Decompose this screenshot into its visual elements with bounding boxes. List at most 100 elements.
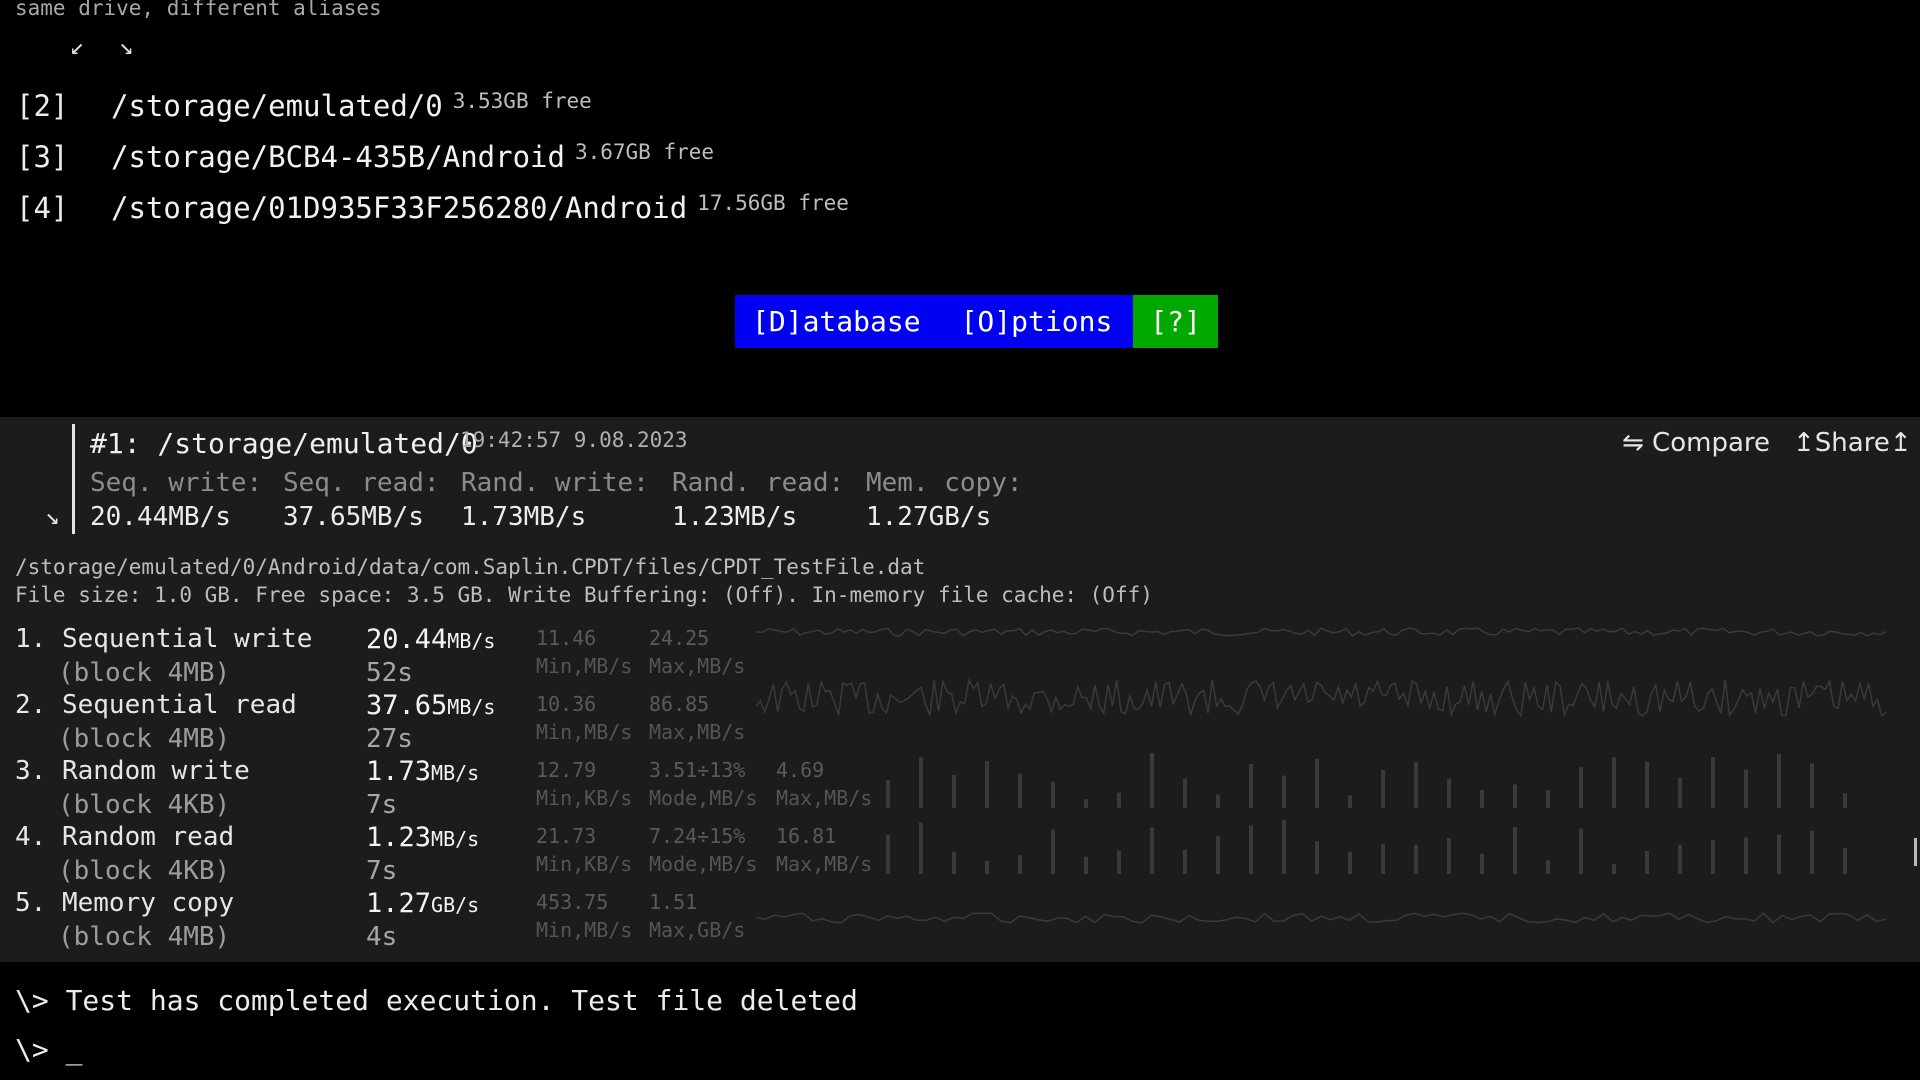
test-file-info: File size: 1.0 GB. Free space: 3.5 GB. W… [15, 583, 1153, 607]
graph-bar [1810, 763, 1814, 808]
test-value-unit: MB/s [447, 629, 496, 653]
graph-bar [1051, 781, 1055, 808]
graph-bar [1612, 864, 1616, 874]
test-value-unit: MB/s [431, 827, 480, 851]
summary-value-mem-copy: 1.27GB/s [866, 502, 992, 532]
summary-value-rand-read: 1.23MB/s [672, 502, 798, 532]
drive-free-space: 3.53GB free [452, 89, 592, 113]
test-block-seq-write: (block 4MB) [58, 658, 231, 688]
graph-bar [1084, 799, 1088, 808]
test-duration-mem-copy: 4s [366, 922, 398, 952]
stat-label: Max,GB/s [649, 918, 746, 942]
stat-value: 4.69 [776, 758, 825, 782]
database-button[interactable]: [D]atabase [735, 295, 941, 348]
stat-label: Max,MB/s [649, 720, 746, 744]
collapse-toggle-icon[interactable]: ↘ [45, 502, 59, 530]
graph-bar [1051, 829, 1055, 874]
graph-bar [1018, 773, 1022, 808]
test-value-rand-read: 1.23MB/s [366, 822, 479, 853]
options-button[interactable]: [O]ptions [940, 295, 1134, 348]
graph-bar [1744, 837, 1748, 874]
drive-option-4[interactable]: [4] /storage/01D935F33F256280/Android 17… [16, 191, 849, 235]
test-name-seq-read: 2. Sequential read [15, 690, 297, 720]
graph-bar [1315, 758, 1319, 808]
graph-bar [1843, 848, 1847, 874]
stat-label: Max,MB/s [649, 654, 746, 678]
test-duration-rand-write: 7s [366, 790, 398, 820]
test-block-rand-read: (block 4KB) [58, 856, 231, 886]
drive-index: [4] [16, 191, 69, 225]
graph-bar [1249, 825, 1253, 874]
main-menu: [D]atabase [O]ptions [?] [735, 295, 1218, 348]
terminal-status-line: \> Test has completed execution. Test fi… [15, 984, 858, 1017]
graph-bar [919, 757, 923, 808]
test-name-rand-write: 3. Random write [15, 756, 250, 786]
graph-bar [886, 780, 890, 808]
stat-label: Min,MB/s [536, 654, 633, 678]
stat-value: 10.36 [536, 692, 597, 716]
drive-index: [2] [16, 89, 69, 123]
drive-alias-note: same drive, different aliases [15, 0, 382, 20]
drive-path: /storage/01D935F33F256280/Android [111, 191, 688, 225]
test-value-seq-write: 20.44MB/s [366, 624, 495, 655]
stat-label: Mode,MB/s [649, 786, 758, 810]
summary-value-rand-write: 1.73MB/s [461, 502, 587, 532]
graph-bar [1777, 834, 1781, 874]
test-value-mem-copy: 1.27GB/s [366, 888, 479, 919]
drive-option-2[interactable]: [2] /storage/emulated/0 3.53GB free [16, 89, 592, 133]
test-name-rand-read: 4. Random read [15, 822, 235, 852]
graph-bar [1216, 836, 1220, 874]
graph-bar [1381, 769, 1385, 808]
test-value-unit: GB/s [431, 893, 480, 917]
summary-label-mem-copy: Mem. copy: [866, 468, 1023, 498]
drive-path: /storage/emulated/0 [111, 89, 443, 123]
stat-value: 16.81 [776, 824, 837, 848]
graph-bar [1150, 752, 1154, 808]
compare-button[interactable]: ⇋ Compare [1622, 428, 1770, 458]
graph-line [755, 912, 1887, 924]
summary-label-seq-write: Seq. write: [90, 468, 263, 498]
graph-bar [1546, 860, 1550, 874]
drive-free-space: 17.56GB free [697, 191, 849, 215]
graph-bar [1249, 763, 1253, 808]
test-value-number: 1.73 [366, 756, 432, 787]
scrollbar-thumb[interactable] [1914, 838, 1917, 866]
graph-bar [1711, 840, 1715, 874]
stat-value: 86.85 [649, 692, 710, 716]
drive-option-3[interactable]: [3] /storage/BCB4-435B/Android 3.67GB fr… [16, 140, 714, 184]
stat-value: 3.51÷13% [649, 758, 746, 782]
stat-label: Mode,MB/s [649, 852, 758, 876]
graph-line [755, 627, 1887, 637]
share-button[interactable]: ↥Share↥ [1793, 428, 1912, 458]
graph-bar [985, 760, 989, 808]
graph-bar [1513, 784, 1517, 808]
drive-index: [3] [16, 140, 69, 174]
graph-bar [886, 834, 890, 874]
help-button[interactable]: [?] [1133, 295, 1218, 348]
test-block-seq-read: (block 4MB) [58, 724, 231, 754]
graph-bar [1447, 778, 1451, 808]
graph-layer [755, 627, 1887, 924]
summary-label-rand-write: Rand. write: [461, 468, 649, 498]
stat-label: Max,MB/s [776, 852, 873, 876]
graph-bar [1315, 841, 1319, 874]
graph-bar [1117, 792, 1121, 808]
test-duration-rand-read: 7s [366, 856, 398, 886]
graph-bar [1579, 767, 1583, 808]
graph-bar [1183, 778, 1187, 808]
graph-bar [1414, 762, 1418, 808]
graph-bar [1117, 850, 1121, 874]
graph-bar [1777, 754, 1781, 808]
result-timestamp: 19:42:57 9.08.2023 [460, 428, 688, 452]
test-value-number: 37.65 [366, 690, 448, 721]
graph-bar [1678, 844, 1682, 874]
graph-bar [1183, 849, 1187, 874]
graph-bar [1612, 757, 1616, 808]
test-value-number: 20.44 [366, 624, 448, 655]
terminal-prompt[interactable]: \> _ [15, 1033, 82, 1066]
graph-bar [1744, 769, 1748, 808]
drive-free-space: 3.67GB free [574, 140, 715, 164]
stat-label: Min,KB/s [536, 786, 633, 810]
graph-bar [1150, 827, 1154, 874]
graph-bar [1480, 789, 1484, 808]
